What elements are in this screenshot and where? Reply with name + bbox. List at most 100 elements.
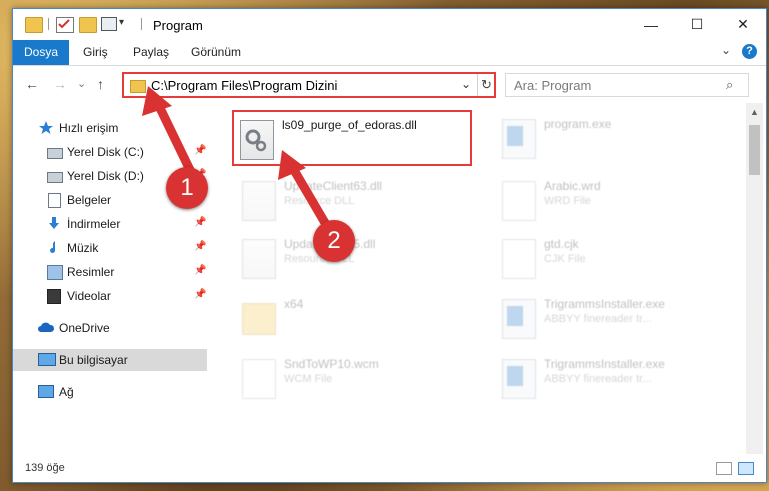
sidebar-item-this-pc[interactable]: Bu bilgisayar (13, 349, 207, 371)
sidebar-item-label: Yerel Disk (D:) (67, 169, 144, 183)
music-icon (50, 241, 56, 253)
folder-icon (130, 80, 146, 93)
drive-icon (47, 148, 63, 159)
file-item-highlighted[interactable]: ls09_purge_of_edoras.dll (232, 110, 472, 166)
recent-locations-icon[interactable]: ⌄ (77, 77, 86, 90)
sidebar-item-label: Ağ (59, 385, 74, 399)
drive-icon (47, 172, 63, 183)
sidebar-item-label: Yerel Disk (C:) (67, 145, 144, 159)
large-icons-view-icon[interactable] (738, 462, 754, 475)
file-item[interactable]: x64 (236, 291, 476, 347)
pictures-icon (47, 265, 63, 280)
new-folder-icon[interactable] (79, 17, 97, 33)
file-name: gtd.cjk (544, 237, 579, 251)
search-input[interactable] (514, 77, 714, 93)
file-name: Arabic.wrd (544, 179, 601, 193)
navigation-bar: ← → ⌄ ↑ C:\Program Files\Program Dizini … (13, 66, 766, 103)
exe-file-icon (502, 299, 536, 339)
sidebar-item-label: Resimler (67, 265, 115, 279)
scroll-up-icon[interactable]: ▲ (750, 107, 759, 117)
address-path[interactable]: C:\Program Files\Program Dizini (151, 78, 337, 93)
ribbon-tabs: Dosya Giriş Paylaş Görünüm ⌄ ? (13, 40, 766, 66)
sidebar-item-label: Hızlı erişim (59, 121, 119, 135)
file-item[interactable]: UpdateClient63.dll Resource DLL (236, 173, 476, 229)
pin-icon[interactable]: 📌 (194, 265, 206, 276)
file-name: SndToWP10.wcm (284, 357, 379, 371)
computer-icon (38, 353, 56, 366)
status-bar: 139 öğe (13, 457, 766, 482)
tab-share[interactable]: Paylaş (123, 40, 179, 65)
tab-view[interactable]: Görünüm (181, 40, 251, 65)
tab-file[interactable]: Dosya (13, 40, 69, 65)
scroll-thumb[interactable] (749, 125, 760, 175)
pin-icon[interactable]: 📌 (194, 217, 206, 228)
sidebar-item-onedrive[interactable]: OneDrive (13, 317, 207, 339)
download-icon (49, 217, 59, 229)
search-icon[interactable]: ⌕ (726, 77, 733, 93)
sidebar-item-videos[interactable]: Videolar 📌 (13, 285, 207, 307)
toolbar-divider (48, 18, 49, 30)
file-item[interactable]: TrigrammsInstaller.exe ABBYY finereader … (496, 351, 736, 407)
search-box[interactable]: ⌕ (505, 73, 749, 97)
title-divider (141, 18, 142, 30)
folder-icon (25, 17, 43, 33)
address-bar[interactable]: C:\Program Files\Program Dizini ⌄ ↻ (122, 72, 496, 98)
file-type: Resource DLL (284, 195, 355, 207)
properties-icon[interactable] (56, 17, 74, 33)
chevron-down-icon[interactable]: ⌄ (461, 77, 471, 91)
sidebar-item-label: Bu bilgisayar (59, 353, 128, 367)
sidebar-item-label: Videolar (67, 289, 111, 303)
sidebar-item-downloads[interactable]: İndirmeler 📌 (13, 213, 207, 235)
cloud-icon (38, 322, 55, 332)
minimize-button[interactable]: — (628, 9, 674, 40)
sidebar-item-pictures[interactable]: Resimler 📌 (13, 261, 207, 283)
pin-icon[interactable]: 📌 (194, 241, 206, 252)
file-item[interactable]: program.exe (496, 111, 736, 167)
back-icon[interactable]: ← (25, 76, 39, 92)
file-name: TrigrammsInstaller.exe (544, 297, 665, 311)
documents-icon (48, 193, 61, 208)
chevron-down-icon[interactable]: ⌄ (721, 43, 731, 57)
dll-file-icon (240, 120, 274, 160)
file-item[interactable]: gtd.cjk CJK File (496, 231, 736, 287)
up-icon[interactable]: ↑ (97, 76, 104, 92)
doc-file-icon (502, 181, 536, 221)
sidebar-item-quick-access[interactable]: Hızlı erişim (13, 117, 207, 139)
file-list: ls09_purge_of_edoras.dll program.exe Upd… (210, 103, 746, 454)
close-button[interactable]: ✕ (720, 9, 766, 40)
vertical-scrollbar[interactable]: ▲ (746, 103, 763, 454)
network-icon (38, 385, 54, 398)
refresh-icon[interactable]: ↻ (477, 74, 495, 96)
file-item[interactable]: Arabic.wrd WRD File (496, 173, 736, 229)
file-item[interactable]: UpdateClient5.dll Resource DLL (236, 231, 476, 287)
step-2-badge: 2 (313, 220, 355, 262)
file-explorer-window: ▾ Program — ☐ ✕ Dosya Giriş Paylaş Görün… (12, 8, 767, 483)
help-icon[interactable]: ? (742, 44, 757, 59)
pin-icon[interactable]: 📌 (194, 145, 206, 156)
forward-icon[interactable]: → (53, 76, 67, 92)
file-name: ls09_purge_of_edoras.dll (282, 118, 417, 132)
dll-file-icon (242, 181, 276, 221)
file-type: ABBYY finereader tr... (544, 313, 652, 325)
customize-toolbar-icon[interactable]: ▾ (119, 17, 129, 31)
videos-icon (47, 289, 61, 304)
file-item[interactable]: SndToWP10.wcm WCM File (236, 351, 476, 407)
details-view-icon[interactable] (716, 462, 732, 475)
maximize-button[interactable]: ☐ (674, 9, 720, 40)
exe-file-icon (502, 359, 536, 399)
file-type: WRD File (544, 195, 592, 207)
tab-home[interactable]: Giriş (73, 40, 118, 65)
sidebar-item-drive-c[interactable]: Yerel Disk (C:) 📌 (13, 141, 207, 163)
doc-file-icon (502, 239, 536, 279)
file-type: CJK File (544, 253, 586, 265)
item-count: 139 öğe (25, 462, 65, 474)
pin-icon[interactable]: 📌 (194, 289, 206, 300)
sidebar-item-label: İndirmeler (67, 217, 121, 231)
sidebar-item-network[interactable]: Ağ (13, 381, 207, 403)
view-options-icon[interactable] (101, 17, 117, 31)
file-type: WCM File (284, 373, 333, 385)
file-item[interactable]: TrigrammsInstaller.exe ABBYY finereader … (496, 291, 736, 347)
exe-file-icon (502, 119, 536, 159)
navigation-pane: Hızlı erişim Yerel Disk (C:) 📌 Yerel Dis… (13, 103, 210, 454)
sidebar-item-music[interactable]: Müzik 📌 (13, 237, 207, 259)
